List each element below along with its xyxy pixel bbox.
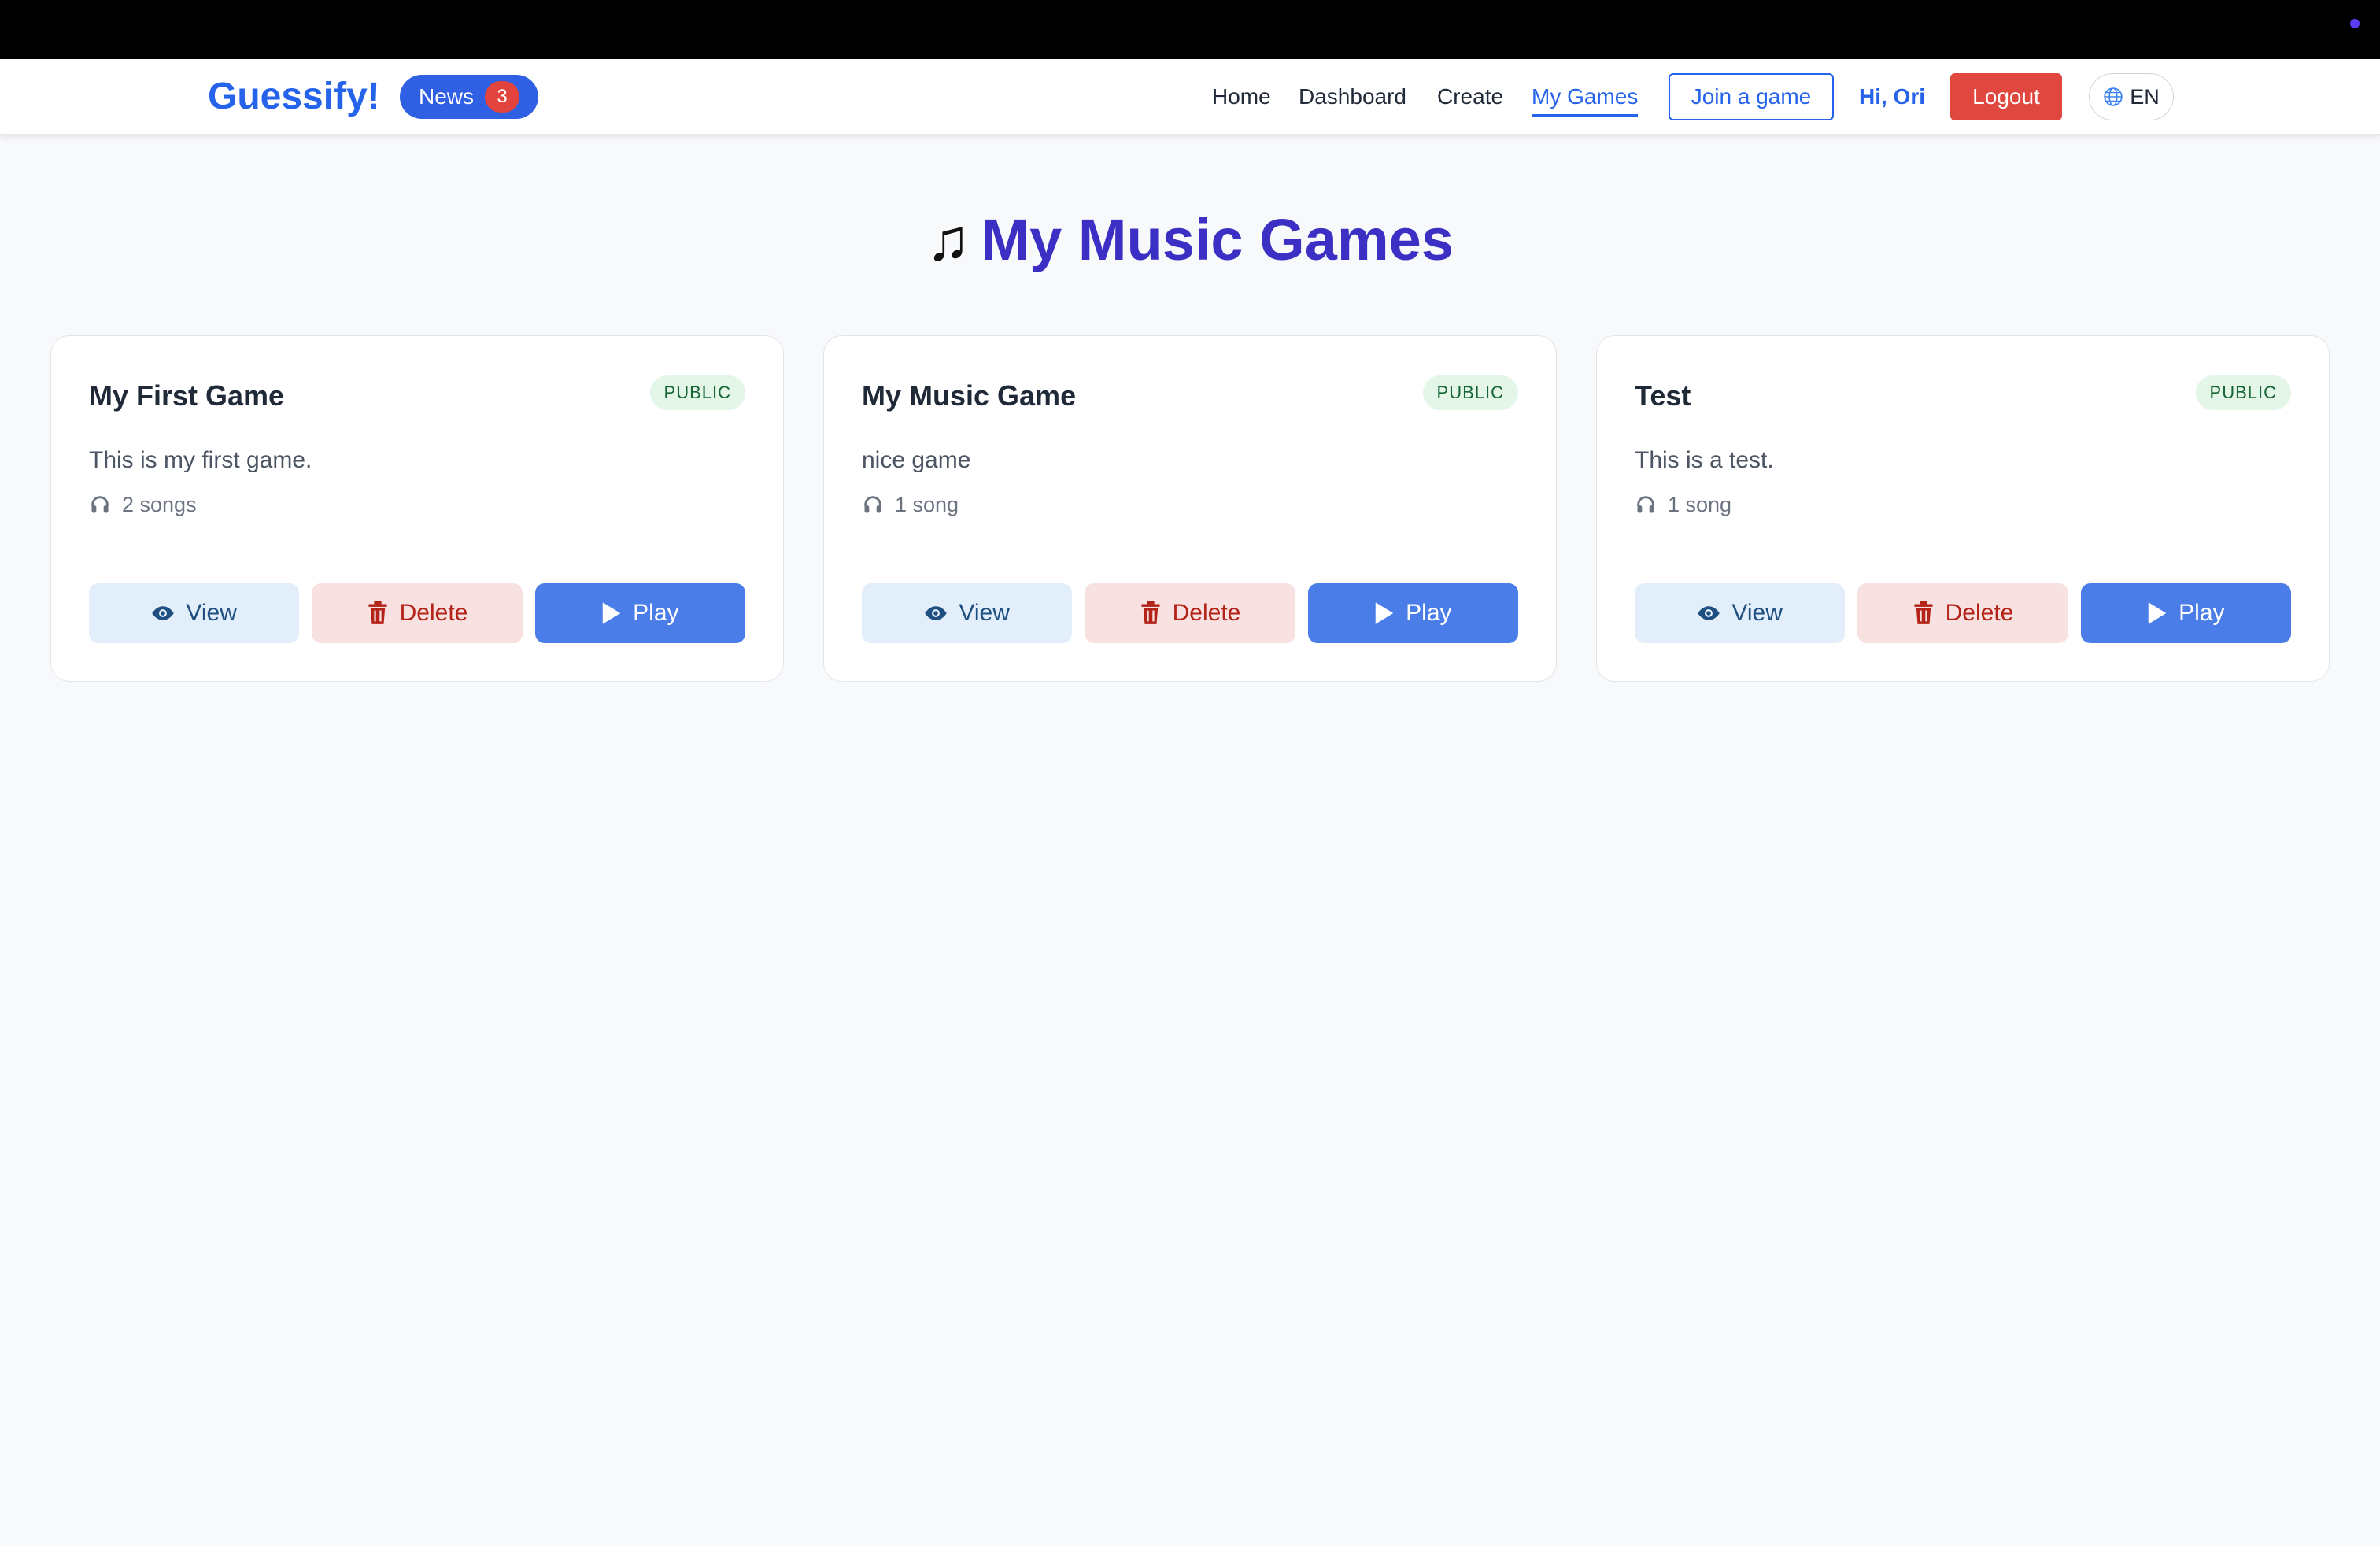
game-card: Test PUBLIC This is a test. 1 song View … — [1596, 335, 2330, 682]
view-label: View — [186, 600, 237, 626]
play-icon — [602, 602, 621, 624]
browser-top-strip — [0, 0, 2380, 59]
brand-logo[interactable]: Guessify! — [208, 72, 380, 122]
card-actions: View Delete Play — [89, 583, 745, 643]
trash-icon — [1914, 601, 1933, 624]
view-button[interactable]: View — [89, 583, 300, 643]
song-count-label: 1 song — [895, 493, 959, 516]
play-label: Play — [1406, 600, 1452, 626]
play-button[interactable]: Play — [1307, 583, 1518, 643]
trash-icon — [1141, 601, 1160, 624]
game-title: My First Game — [89, 379, 285, 412]
page-title: ♫ My Music Games — [0, 201, 2380, 279]
view-button[interactable]: View — [1635, 583, 1846, 643]
eye-icon — [152, 606, 175, 620]
trash-icon — [368, 601, 387, 624]
nav-link-home[interactable]: Home — [1212, 81, 1271, 113]
song-count: 2 songs — [89, 490, 197, 519]
play-label: Play — [633, 600, 679, 626]
delete-label: Delete — [1172, 600, 1241, 626]
card-actions: View Delete Play — [1635, 583, 2291, 643]
game-card: My First Game PUBLIC This is my first ga… — [50, 335, 784, 682]
delete-label: Delete — [399, 600, 468, 626]
play-label: Play — [2179, 600, 2225, 626]
game-description: nice game — [862, 447, 971, 473]
song-count: 1 song — [1635, 490, 1731, 519]
play-icon — [1375, 602, 1394, 624]
visibility-badge: PUBLIC — [649, 375, 745, 410]
nav-link-dashboard[interactable]: Dashboard — [1299, 81, 1406, 113]
delete-label: Delete — [1945, 600, 2014, 626]
game-card: My Music Game PUBLIC nice game 1 song Vi… — [823, 335, 1557, 682]
song-count-label: 1 song — [1668, 493, 1732, 516]
headphones-icon — [1637, 496, 1654, 513]
play-button[interactable]: Play — [534, 583, 745, 643]
play-button[interactable]: Play — [2080, 583, 2291, 643]
eye-icon — [925, 606, 948, 620]
visibility-badge: PUBLIC — [1422, 375, 1518, 410]
eye-icon — [1698, 606, 1720, 620]
logout-button[interactable]: Logout — [1950, 73, 2062, 120]
song-count-label: 2 songs — [122, 493, 197, 516]
news-count-badge: 3 — [485, 81, 520, 113]
page-title-text: My Music Games — [981, 207, 1454, 272]
news-label: News — [419, 84, 475, 109]
news-button[interactable]: News 3 — [400, 75, 538, 119]
card-actions: View Delete Play — [862, 583, 1518, 643]
visibility-badge: PUBLIC — [2195, 375, 2291, 410]
join-game-button[interactable]: Join a game — [1669, 73, 1834, 120]
delete-button[interactable]: Delete — [1085, 583, 1295, 643]
headphones-icon — [91, 496, 109, 513]
nav-link-my-games[interactable]: My Games — [1532, 81, 1639, 117]
game-title: My Music Game — [862, 379, 1077, 412]
headphones-icon — [864, 496, 881, 513]
nav-link-create[interactable]: Create — [1437, 81, 1503, 113]
play-icon — [2148, 602, 2167, 624]
delete-button[interactable]: Delete — [312, 583, 523, 643]
language-label: EN — [2130, 84, 2160, 109]
navbar: Guessify! News 3 Home Dashboard Create M… — [0, 59, 2380, 135]
view-label: View — [959, 600, 1010, 626]
song-count: 1 song — [862, 490, 959, 519]
game-title: Test — [1635, 379, 1691, 412]
indicator-dot — [2350, 19, 2360, 28]
user-greeting[interactable]: Hi, Ori — [1859, 81, 1925, 113]
view-button[interactable]: View — [862, 583, 1073, 643]
delete-button[interactable]: Delete — [1857, 583, 2068, 643]
music-note-icon: ♫ — [926, 207, 970, 272]
view-label: View — [1731, 600, 1783, 626]
globe-icon — [2104, 87, 2123, 106]
language-selector[interactable]: EN — [2089, 73, 2174, 120]
game-description: This is a test. — [1635, 447, 1774, 473]
game-description: This is my first game. — [89, 447, 312, 473]
